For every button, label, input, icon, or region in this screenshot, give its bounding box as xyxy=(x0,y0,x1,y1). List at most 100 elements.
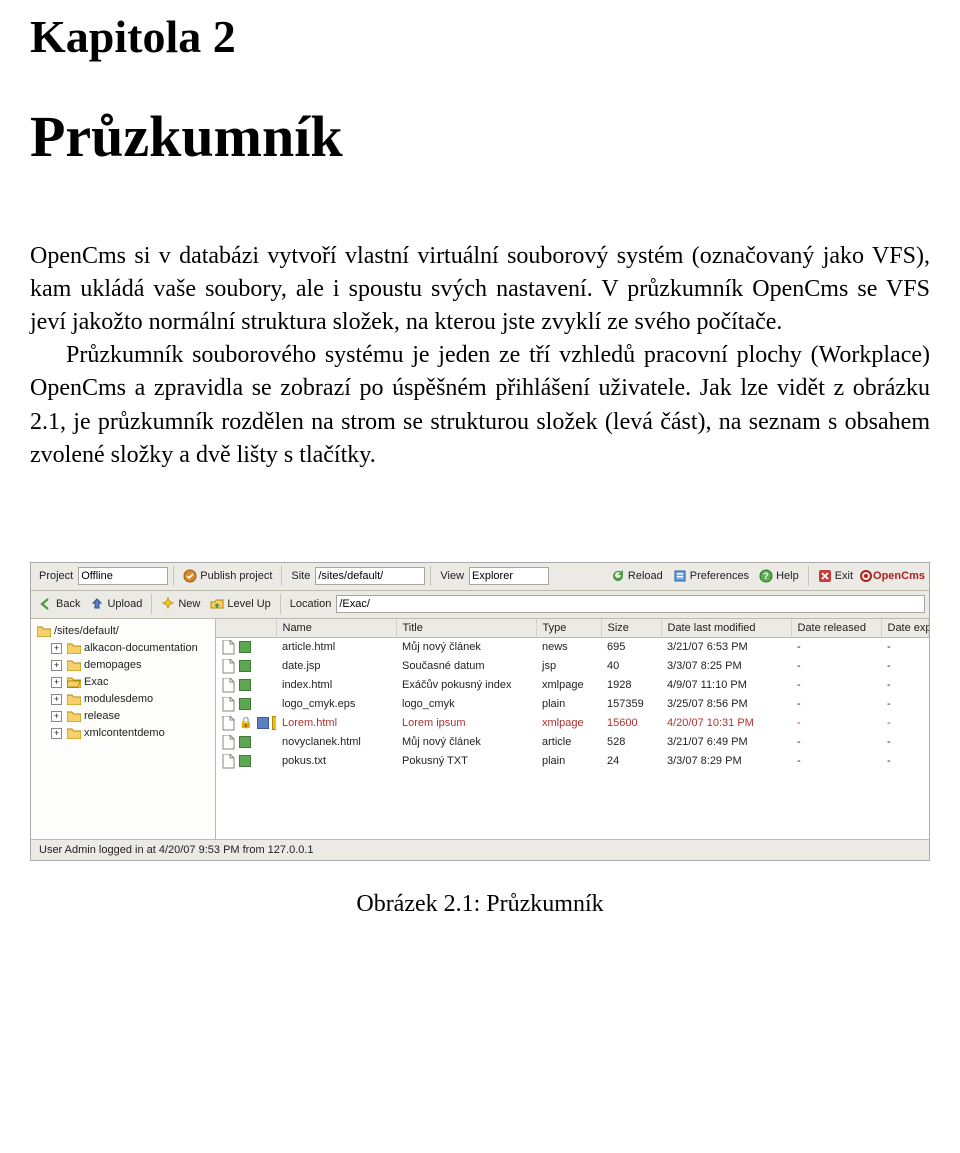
cell-name: logo_cmyk.eps xyxy=(276,695,396,714)
cell-name: Lorem.html xyxy=(276,714,396,733)
folder-icon xyxy=(67,659,81,671)
expander-icon[interactable]: + xyxy=(51,660,62,671)
view-select[interactable] xyxy=(469,567,549,585)
publish-state-icon xyxy=(239,736,251,748)
expander-icon[interactable]: + xyxy=(51,711,62,722)
cell-title: Lorem ipsum xyxy=(396,714,536,733)
preferences-button[interactable]: Preferences xyxy=(669,566,753,586)
document-icon xyxy=(222,735,235,750)
cell-type: plain xyxy=(536,752,601,771)
tree-item[interactable]: + demopages xyxy=(33,657,213,674)
col-expired[interactable]: Date expired xyxy=(881,619,929,638)
file-table-header-row: Name Title Type Size Date last modified … xyxy=(216,619,929,638)
cell-size: 40 xyxy=(601,657,661,676)
publish-state-icon xyxy=(239,679,251,691)
tree-item[interactable]: +Exac xyxy=(33,674,213,691)
reload-label: Reload xyxy=(628,570,663,582)
back-button[interactable]: Back xyxy=(35,594,84,614)
table-row[interactable]: novyclanek.htmlMůj nový článekarticle528… xyxy=(216,733,929,752)
cell-released: - xyxy=(791,714,881,733)
cell-type: xmlpage xyxy=(536,676,601,695)
tree-root[interactable]: /sites/default/ xyxy=(33,623,213,640)
table-row[interactable]: date.jspSoučasné datumjsp403/3/07 8:25 P… xyxy=(216,657,929,676)
chapter-title: Průzkumník xyxy=(30,103,930,170)
figure-2-1: Project Publish project Site View xyxy=(30,562,930,918)
status-text: User Admin logged in at 4/20/07 9:53 PM … xyxy=(39,844,314,856)
location-input[interactable] xyxy=(336,595,925,613)
publish-project-button[interactable]: Publish project xyxy=(179,566,276,586)
levelup-button[interactable]: Level Up xyxy=(206,594,274,614)
back-label: Back xyxy=(56,598,80,610)
cell-name: date.jsp xyxy=(276,657,396,676)
tree-item-label: xmlcontentdemo xyxy=(84,725,165,742)
expander-icon[interactable]: + xyxy=(51,728,62,739)
upload-icon xyxy=(90,597,104,611)
tree-item[interactable]: +modulesdemo xyxy=(33,691,213,708)
cell-size: 15600 xyxy=(601,714,661,733)
col-type[interactable]: Type xyxy=(536,619,601,638)
cell-type: article xyxy=(536,733,601,752)
table-row[interactable]: index.htmlExáčův pokusný indexxmlpage192… xyxy=(216,676,929,695)
help-button[interactable]: ? Help xyxy=(755,566,803,586)
upload-label: Upload xyxy=(107,598,142,610)
col-name[interactable]: Name xyxy=(276,619,396,638)
col-modified[interactable]: Date last modified xyxy=(661,619,791,638)
cell-type: xmlpage xyxy=(536,714,601,733)
cell-modified: 3/21/07 6:53 PM xyxy=(661,637,791,657)
new-label: New xyxy=(178,598,200,610)
cell-name: novyclanek.html xyxy=(276,733,396,752)
help-label: Help xyxy=(776,570,799,582)
logo: OpenCms xyxy=(859,566,925,586)
cell-released: - xyxy=(791,637,881,657)
publish-state-icon xyxy=(239,698,251,710)
col-status[interactable] xyxy=(216,619,276,638)
tree-root-label: /sites/default/ xyxy=(54,623,119,640)
cell-title: Exáčův pokusný index xyxy=(396,676,536,695)
document-icon xyxy=(222,716,235,731)
exit-label: Exit xyxy=(835,570,853,582)
folder-icon xyxy=(67,727,81,739)
cell-released: - xyxy=(791,676,881,695)
cell-modified: 3/21/07 6:49 PM xyxy=(661,733,791,752)
upload-button[interactable]: Upload xyxy=(86,594,146,614)
site-select[interactable] xyxy=(315,567,425,585)
tree-item-label: demopages xyxy=(84,657,142,674)
cell-size: 695 xyxy=(601,637,661,657)
cell-title: Můj nový článek xyxy=(396,733,536,752)
col-size[interactable]: Size xyxy=(601,619,661,638)
cell-modified: 4/20/07 10:31 PM xyxy=(661,714,791,733)
new-button[interactable]: New xyxy=(157,594,204,614)
col-title[interactable]: Title xyxy=(396,619,536,638)
project-label: Project xyxy=(39,570,73,582)
cell-title: Současné datum xyxy=(396,657,536,676)
tree-item[interactable]: + xmlcontentdemo xyxy=(33,725,213,742)
table-row[interactable]: pokus.txtPokusný TXTplain243/3/07 8:29 P… xyxy=(216,752,929,771)
document-icon xyxy=(222,697,235,712)
site-label: Site xyxy=(291,570,310,582)
publish-state-icon xyxy=(239,641,251,653)
folder-icon xyxy=(67,693,81,705)
new-icon xyxy=(161,597,175,611)
col-released[interactable]: Date released xyxy=(791,619,881,638)
project-select[interactable] xyxy=(78,567,168,585)
expander-icon[interactable]: + xyxy=(51,643,62,654)
expander-icon[interactable]: + xyxy=(51,677,62,688)
back-icon xyxy=(39,597,53,611)
publish-state-icon xyxy=(239,660,251,672)
reload-button[interactable]: Reload xyxy=(607,566,667,586)
cell-expired: - xyxy=(881,657,929,676)
table-row[interactable]: article.htmlMůj nový článeknews6953/21/0… xyxy=(216,637,929,657)
folder-icon xyxy=(67,676,81,688)
table-row[interactable]: logo_cmyk.epslogo_cmykplain1573593/25/07… xyxy=(216,695,929,714)
cell-size: 24 xyxy=(601,752,661,771)
flag-icon xyxy=(272,716,276,730)
table-row[interactable]: 🔒 Lorem.htmlLorem ipsumxmlpage156004/20/… xyxy=(216,714,929,733)
tree-item[interactable]: + release xyxy=(33,708,213,725)
document-icon xyxy=(222,678,235,693)
exit-button[interactable]: Exit xyxy=(814,566,857,586)
tree-item[interactable]: +alkacon-documentation xyxy=(33,640,213,657)
expander-icon[interactable]: + xyxy=(51,694,62,705)
cell-modified: 3/3/07 8:29 PM xyxy=(661,752,791,771)
tree-pane: /sites/default/ +alkacon-documentation+d… xyxy=(31,619,216,839)
tree-item-label: release xyxy=(84,708,120,725)
